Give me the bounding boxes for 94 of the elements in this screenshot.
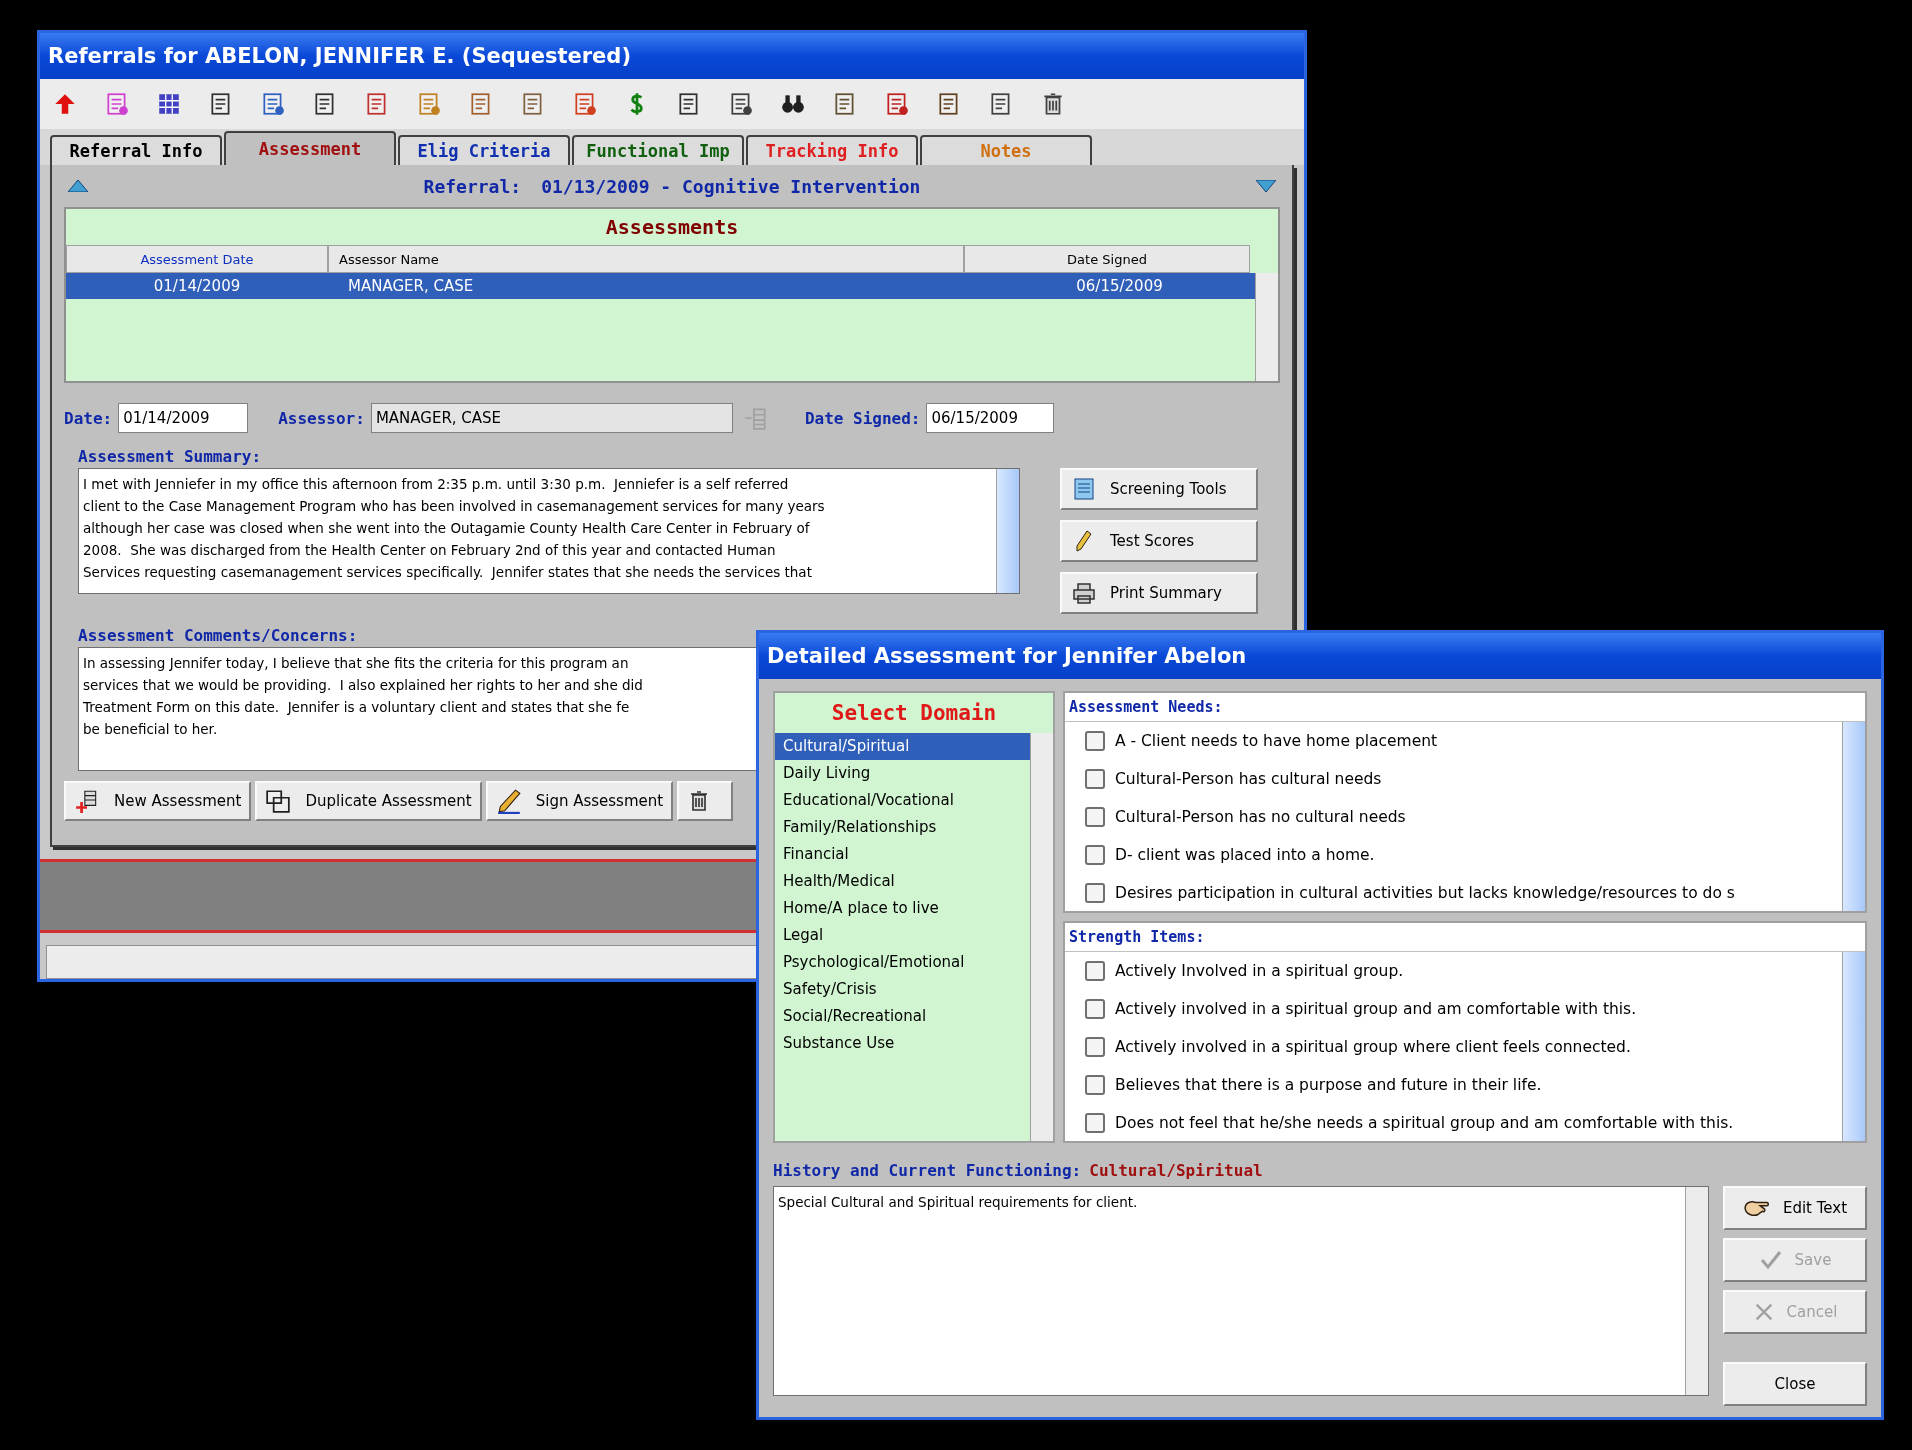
scrollbar[interactable] bbox=[1685, 1187, 1708, 1395]
tab[interactable]: Elig Criteria bbox=[398, 135, 570, 165]
field-label: Date: bbox=[64, 408, 113, 428]
domain-item[interactable]: Legal bbox=[775, 922, 1030, 949]
checklist-label: Strength Items: bbox=[1065, 923, 1865, 952]
checkbox[interactable] bbox=[1085, 1075, 1105, 1095]
input-field[interactable]: 01/14/2009 bbox=[118, 403, 249, 433]
down-triangle-icon[interactable] bbox=[1256, 180, 1276, 192]
scrollbar[interactable] bbox=[1255, 273, 1278, 381]
domain-item[interactable]: Home/A place to live bbox=[775, 895, 1030, 922]
checklist-item: Actively involved in a spiritual group where client feels connected. bbox=[1115, 1038, 1631, 1056]
assessment-button[interactable]: New Assessment bbox=[64, 781, 252, 821]
domain-item[interactable]: Financial bbox=[775, 841, 1030, 868]
dialog-button[interactable]: Close bbox=[1723, 1362, 1867, 1406]
up-triangle-icon[interactable] bbox=[68, 180, 88, 192]
dialog-button[interactable]: Edit Text bbox=[1723, 1186, 1867, 1230]
domain-title: Select Domain bbox=[830, 700, 998, 727]
checklist-item: Does not feel that he/she needs a spiritual group and am comfortable with this. bbox=[1115, 1114, 1734, 1132]
domain-item[interactable]: Social/Recreational bbox=[775, 1003, 1030, 1030]
table-cell-text: 01/14/2009 bbox=[152, 277, 242, 295]
tab[interactable]: Functional Imp bbox=[572, 135, 744, 165]
table-cell-text: 06/15/2009 bbox=[1075, 277, 1164, 295]
text-line: Treatment Form on this date. Jennifer is a voluntary client and states that she fe bbox=[83, 698, 630, 717]
checkbox[interactable] bbox=[1085, 731, 1105, 751]
domain-item[interactable]: Family/Relationships bbox=[775, 814, 1030, 841]
checklist-item: Cultural-Person has no cultural needs bbox=[1115, 808, 1406, 826]
comments-label: Assessment Comments/Concerns: bbox=[78, 626, 359, 645]
column-header[interactable]: Assessor Name bbox=[328, 245, 964, 273]
text-line: Services requesting casemanagement services specifically. Jennifer states that she needs the services that bbox=[83, 563, 812, 582]
assessments-title: Assessments bbox=[604, 214, 740, 241]
checklist-label: Assessment Needs: bbox=[1065, 693, 1865, 722]
history-text-area[interactable]: Special Cultural and Spiritual requirements for client. bbox=[773, 1186, 1709, 1396]
assessment-button[interactable]: Duplicate Assessment bbox=[255, 781, 482, 821]
checkbox[interactable] bbox=[1085, 961, 1105, 981]
column-header[interactable]: Assessment Date bbox=[66, 245, 328, 273]
side-button[interactable]: Test Scores bbox=[1060, 520, 1258, 562]
domain-item[interactable]: Health/Medical bbox=[775, 868, 1030, 895]
checkbox[interactable] bbox=[1085, 807, 1105, 827]
checklist-item: Actively involved in a spiritual group and am comfortable with this. bbox=[1115, 1000, 1637, 1018]
summary-text-area[interactable] bbox=[78, 468, 1020, 594]
text-line: client to the Case Management Program who has been involved in casemanagement services for many years bbox=[83, 497, 825, 516]
table-cell-text: MANAGER, CASE bbox=[347, 277, 475, 295]
text-line: I met with Jenniefer in my office this afternoon from 2:35 p.m. until 3:30 p.m. Jenniefer is a self referred bbox=[83, 475, 789, 494]
domain-item[interactable]: Psychological/Emotional bbox=[775, 949, 1030, 976]
column-header[interactable]: Date Signed bbox=[964, 245, 1250, 273]
text-line: 2008. She was discharged from the Health Center on February 2nd of this year and contacted Human bbox=[83, 541, 776, 560]
checkbox[interactable] bbox=[1085, 845, 1105, 865]
checklist-item: Desires participation in cultural activities but lacks knowledge/resources to do s bbox=[1115, 884, 1735, 902]
checklist-item: D- client was placed into a home. bbox=[1115, 846, 1375, 864]
field-label: Assessor: bbox=[278, 408, 365, 428]
scrollbar[interactable] bbox=[1030, 733, 1053, 1141]
domain-item[interactable]: Safety/Crisis bbox=[775, 976, 1030, 1003]
domain-item[interactable]: Daily Living bbox=[775, 760, 1030, 787]
delete-button[interactable] bbox=[677, 781, 734, 821]
text-line: Special Cultural and Spiritual requirements for client. bbox=[778, 1193, 1138, 1212]
assessment-button[interactable]: Sign Assessment bbox=[485, 781, 674, 821]
text-line: services that we would be providing. I also explained her rights to her and she did bbox=[83, 676, 643, 695]
input-field[interactable]: MANAGER, CASE bbox=[370, 403, 733, 433]
scrollbar[interactable] bbox=[996, 469, 1019, 593]
pencil-icon bbox=[495, 788, 522, 814]
side-button[interactable]: Screening Tools bbox=[1060, 468, 1258, 510]
window-title: Referrals for ABELON, JENNIFER E. (Sequestered) bbox=[40, 33, 1304, 79]
printer-icon bbox=[1072, 581, 1096, 605]
side-button[interactable]: Print Summary bbox=[1060, 572, 1258, 614]
checkbox[interactable] bbox=[1085, 1113, 1105, 1133]
referral-value: 01/13/2009 - Cognitive Intervention bbox=[541, 175, 921, 197]
history-domain: Cultural/Spiritual bbox=[1089, 1161, 1263, 1180]
domain-item[interactable]: Substance Use bbox=[775, 1030, 1030, 1057]
checkbox[interactable] bbox=[1085, 883, 1105, 903]
referral-label: Referral: bbox=[423, 175, 522, 197]
text-line: In assessing Jennifer today, I believe that she fits the criteria for this program an bbox=[83, 654, 629, 673]
domain-item[interactable]: Cultural/Spiritual bbox=[775, 733, 1030, 760]
table-row[interactable]: 01/14/2009 MANAGER, CASE 06/15/2009 bbox=[66, 273, 1255, 299]
checkbox[interactable] bbox=[1085, 999, 1105, 1019]
checklist-item: Believes that there is a purpose and future in their life. bbox=[1115, 1076, 1542, 1094]
scrollbar[interactable] bbox=[1842, 722, 1865, 911]
dialog-title: Detailed Assessment for Jennifer Abelon bbox=[759, 633, 1881, 679]
checklist-item: Actively Involved in a spiritual group. bbox=[1115, 962, 1404, 980]
checklist-item: A - Client needs to have home placement bbox=[1115, 732, 1438, 750]
history-label: History and Current Functioning: bbox=[773, 1161, 1082, 1180]
tab[interactable]: Assessment bbox=[224, 131, 396, 165]
input-field[interactable]: 06/15/2009 bbox=[926, 403, 1055, 433]
checkbox[interactable] bbox=[1085, 1037, 1105, 1057]
field-label: Date Signed: bbox=[804, 408, 921, 428]
tab[interactable]: Referral Info bbox=[50, 135, 222, 165]
summary-label: Assessment Summary: bbox=[78, 447, 263, 466]
checkbox[interactable] bbox=[1085, 769, 1105, 789]
text-line: be beneficial to her. bbox=[83, 720, 218, 739]
grid-icon[interactable] bbox=[156, 91, 182, 117]
check-icon bbox=[1758, 1248, 1783, 1272]
text-line: although her case was closed when she went into the Outagamie County Health Care Center in February of bbox=[83, 519, 810, 538]
scrollbar[interactable] bbox=[1842, 952, 1865, 1141]
checklist-item: Cultural-Person has cultural needs bbox=[1115, 770, 1382, 788]
domain-item[interactable]: Educational/Vocational bbox=[775, 787, 1030, 814]
